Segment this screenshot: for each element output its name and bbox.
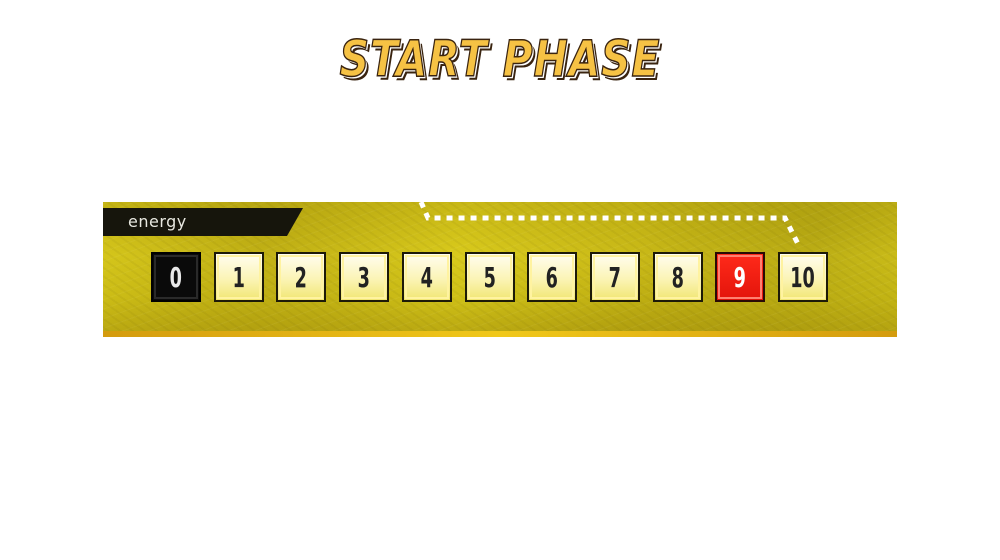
energy-cell-value: 5 — [483, 260, 497, 294]
energy-cell-10[interactable]: 10 — [778, 252, 828, 302]
energy-cell-2[interactable]: 2 — [276, 252, 326, 302]
energy-cell-value: 0 — [169, 260, 183, 294]
energy-cell-value: 3 — [357, 260, 371, 294]
energy-cell-0[interactable]: 0 — [151, 252, 201, 302]
energy-label: energy — [128, 212, 187, 231]
energy-cell-value: 2 — [294, 260, 308, 294]
energy-panel: energy 0 1 2 3 4 5 6 7 8 9 10 — [103, 202, 897, 337]
energy-cell-6[interactable]: 6 — [527, 252, 577, 302]
energy-cell-value: 7 — [608, 260, 622, 294]
energy-cell-value: 1 — [232, 260, 246, 294]
energy-cell-value: 9 — [733, 260, 747, 294]
energy-cell-value: 6 — [545, 260, 559, 294]
phase-title: START PHASE — [339, 29, 661, 89]
energy-cell-9[interactable]: 9 — [715, 252, 765, 302]
energy-cell-value: 8 — [671, 260, 685, 294]
energy-cell-value: 4 — [420, 260, 434, 294]
energy-cell-value: 10 — [790, 260, 816, 294]
energy-cell-4[interactable]: 4 — [402, 252, 452, 302]
energy-cell-1[interactable]: 1 — [214, 252, 264, 302]
energy-cell-8[interactable]: 8 — [653, 252, 703, 302]
energy-cell-5[interactable]: 5 — [465, 252, 515, 302]
energy-cell-7[interactable]: 7 — [590, 252, 640, 302]
energy-cell-3[interactable]: 3 — [339, 252, 389, 302]
